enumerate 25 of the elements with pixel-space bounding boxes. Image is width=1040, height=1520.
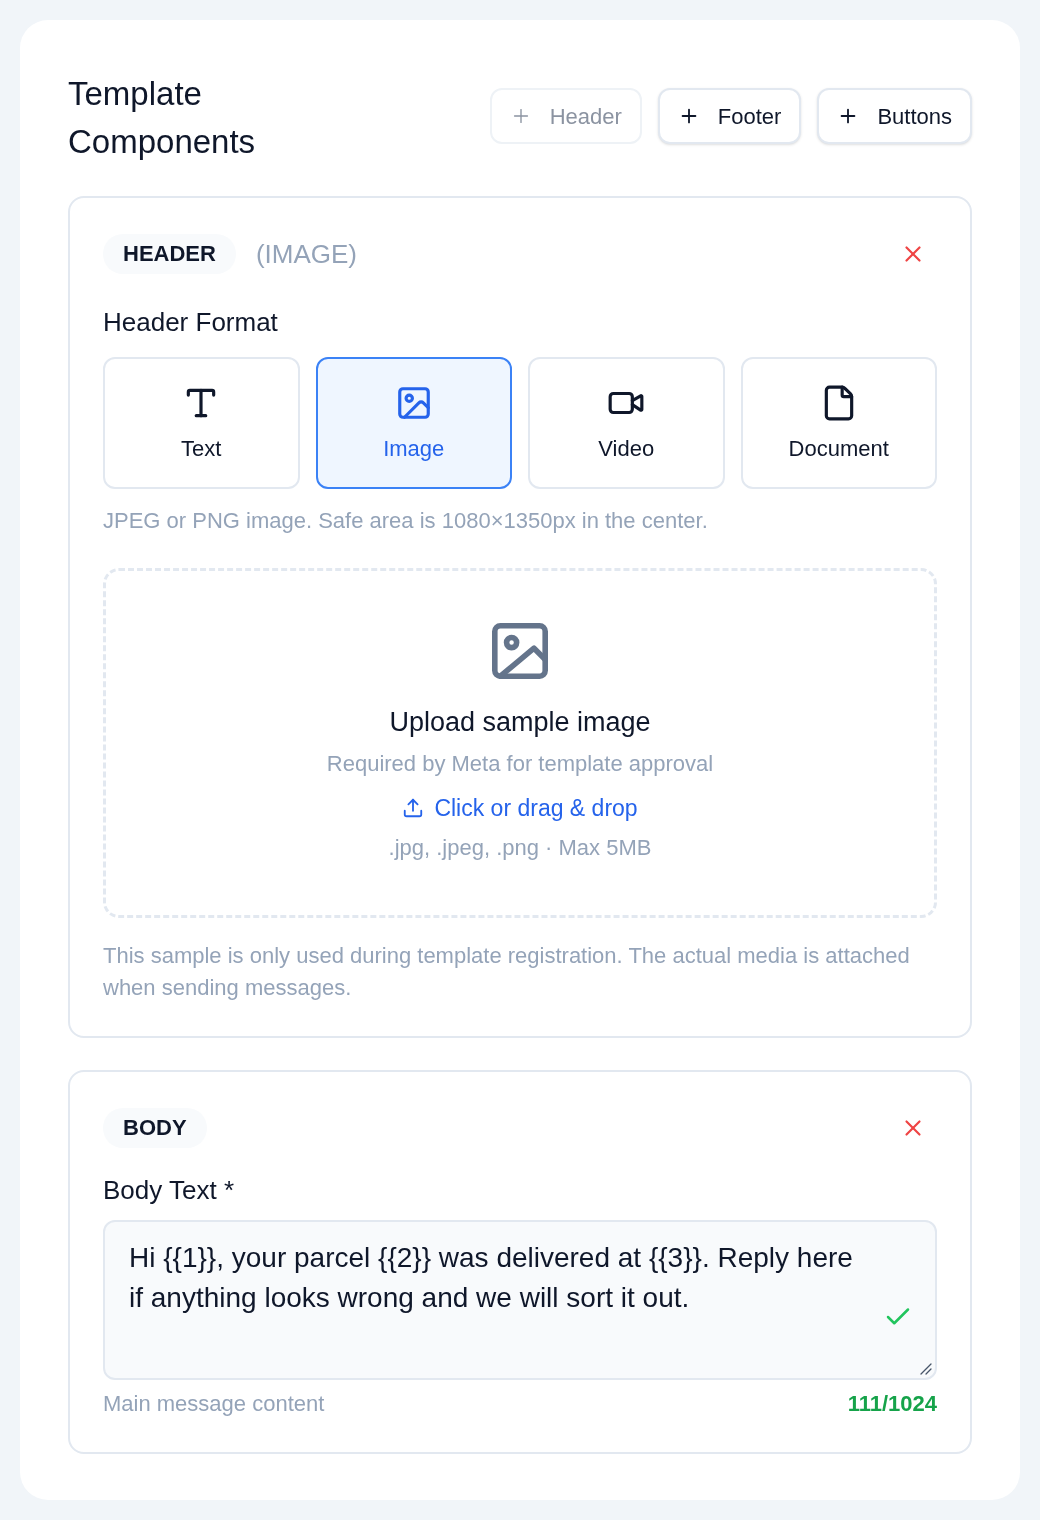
character-counter: 111/1024 bbox=[847, 1390, 937, 1418]
section-badge: HEADER bbox=[103, 234, 236, 274]
upload-link[interactable]: Click or drag & drop bbox=[402, 793, 638, 823]
upload-dropzone[interactable]: Upload sample image Required by Meta for template approval Click or drag & drop .jpg, .jpeg, .png · Max 5MB bbox=[103, 568, 937, 918]
accepted-formats: .jpg, .jpeg, .png · Max 5MB bbox=[388, 834, 652, 862]
upload-subtitle: Required by Meta for template approval bbox=[326, 750, 714, 778]
add-component-button[interactable]: Buttons bbox=[817, 88, 972, 144]
format-option[interactable]: Video bbox=[528, 357, 725, 489]
format-option[interactable]: Text bbox=[103, 357, 300, 489]
upload-icon bbox=[402, 797, 425, 819]
upload-title: Upload sample image bbox=[389, 706, 651, 739]
add-component-button[interactable]: Footer bbox=[657, 88, 802, 144]
image-icon bbox=[492, 623, 548, 679]
format-option[interactable]: Document bbox=[740, 357, 937, 489]
header-type-label: (IMAGE) bbox=[255, 238, 357, 271]
format-hint: JPEG or PNG image. Safe area is 1080×1350px in the center. bbox=[103, 507, 709, 535]
body-text-field[interactable]: Hi {{1}}, your parcel {{2}} was delivered at {{3}}. Reply here if anything looks wrong and we will sort it out. bbox=[103, 1220, 937, 1380]
field-label: Body Text * bbox=[103, 1175, 236, 1205]
media-note: This sample is only used during template registration. The actual media is attached when sending messages. bbox=[103, 942, 911, 1002]
resize-handle-icon bbox=[920, 1363, 932, 1375]
field-label: Header Format bbox=[103, 307, 279, 337]
format-option[interactable]: Image bbox=[315, 357, 512, 489]
helper-text: Main message content bbox=[103, 1390, 325, 1418]
section-badge: BODY bbox=[103, 1108, 207, 1148]
panel-title: Template Components bbox=[68, 74, 257, 162]
